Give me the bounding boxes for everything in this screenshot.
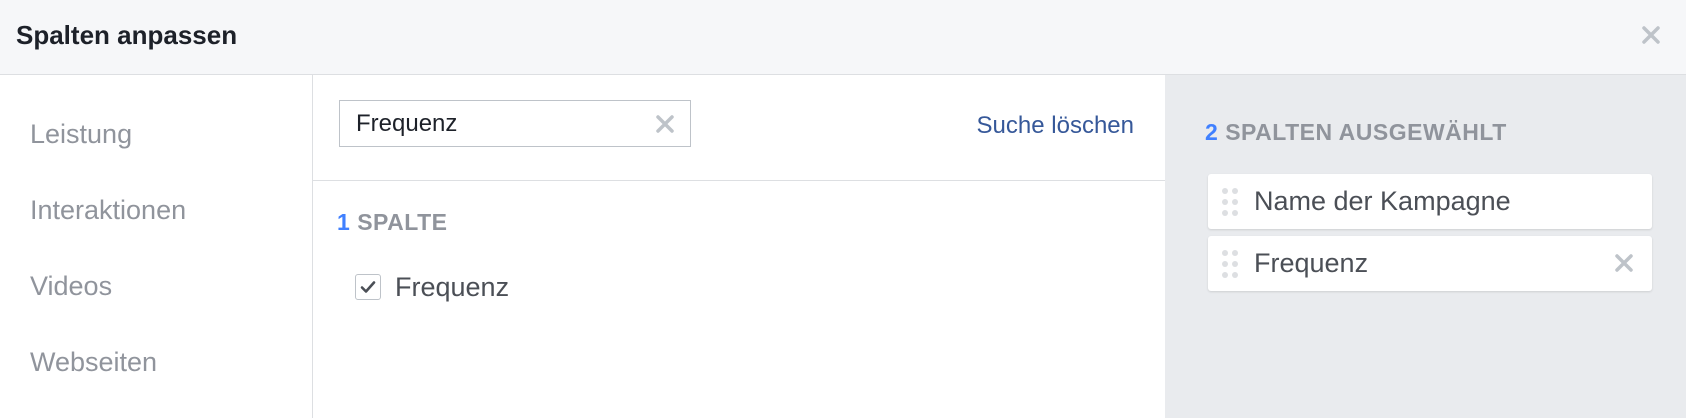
drag-handle-icon[interactable] <box>1220 249 1240 279</box>
selected-item-frequenz[interactable]: Frequenz <box>1208 236 1652 291</box>
sidebar-item-leistung[interactable]: Leistung <box>30 119 132 150</box>
customize-columns-dialog: Spalten anpassen Leistung Interaktionen … <box>0 0 1686 418</box>
selected-count: 2 <box>1205 119 1219 145</box>
remove-button[interactable] <box>1612 251 1636 275</box>
close-button[interactable] <box>1634 18 1668 52</box>
category-sidebar: Leistung Interaktionen Videos Webseiten <box>0 75 313 418</box>
sidebar-item-videos[interactable]: Videos <box>30 271 112 302</box>
close-icon <box>1642 26 1660 44</box>
selected-item-name-der-kampagne[interactable]: Name der Kampagne <box>1208 174 1652 229</box>
sidebar-item-webseiten[interactable]: Webseiten <box>30 347 157 378</box>
drag-handle-icon[interactable] <box>1220 187 1240 217</box>
result-item-frequenz[interactable]: Frequenz <box>355 270 509 304</box>
clear-search-link[interactable]: Suche löschen <box>977 112 1134 140</box>
search-row: Suche löschen <box>313 75 1165 181</box>
result-count-label: SPALTE <box>357 209 448 235</box>
remove-icon <box>1615 254 1633 272</box>
dialog-title: Spalten anpassen <box>16 20 238 50</box>
sidebar-item-interaktionen[interactable]: Interaktionen <box>30 195 186 226</box>
selected-item-label: Frequenz <box>1254 248 1369 278</box>
selected-count-label: SPALTEN AUSGEWÄHLT <box>1225 119 1507 145</box>
clear-icon <box>656 115 674 133</box>
checkmark-icon <box>360 281 376 293</box>
result-count-header: 1 SPALTE <box>337 209 448 236</box>
result-item-label: Frequenz <box>395 271 510 302</box>
search-box <box>339 100 691 147</box>
selected-count-header: 2 SPALTEN AUSGEWÄHLT <box>1205 119 1507 146</box>
selected-item-label: Name der Kampagne <box>1254 186 1511 216</box>
result-count: 1 <box>337 209 351 235</box>
search-input[interactable] <box>340 101 640 146</box>
dialog-header: Spalten anpassen <box>0 0 1686 75</box>
column-search-panel: Suche löschen 1 SPALTE Frequenz <box>313 75 1165 418</box>
search-clear-button[interactable] <box>652 111 678 137</box>
result-checkbox[interactable] <box>355 274 381 300</box>
selected-columns-panel: 2 SPALTEN AUSGEWÄHLT Name der Kampagne F… <box>1165 75 1686 418</box>
